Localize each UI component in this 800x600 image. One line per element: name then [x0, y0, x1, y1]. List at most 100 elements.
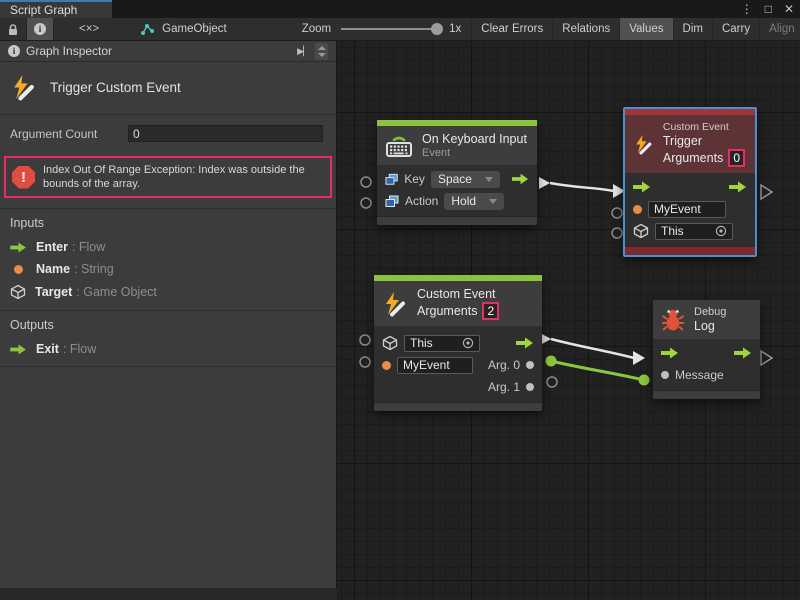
event-name-field[interactable]: MyEvent: [397, 357, 473, 374]
tab-label: Script Graph: [10, 3, 77, 17]
inputs-section-title: Inputs: [0, 209, 336, 236]
unit-title: Trigger Custom Event: [50, 80, 181, 95]
maximize-icon[interactable]: □: [765, 2, 772, 16]
node-title-line2: Arguments: [663, 151, 723, 165]
close-icon[interactable]: ✕: [784, 2, 794, 16]
message-port-icon[interactable]: [661, 371, 669, 379]
dim-button[interactable]: Dim: [674, 18, 713, 40]
spinner-down-icon: [318, 53, 326, 57]
spinner-up-icon: [318, 46, 326, 50]
outputs-section-title: Outputs: [0, 311, 336, 338]
lock-icon: [7, 23, 19, 36]
info-icon: i: [34, 23, 46, 35]
cube-icon[interactable]: [382, 335, 398, 351]
flow-out-icon[interactable]: [516, 337, 534, 349]
window-menu-icon[interactable]: ⋮: [741, 2, 753, 16]
object-picker-icon[interactable]: [715, 225, 727, 237]
custom-event-icon: [10, 74, 37, 101]
values-button[interactable]: Values: [620, 18, 673, 40]
node-category: Debug: [694, 306, 726, 318]
port-arguments-target[interactable]: [360, 335, 370, 345]
divider: [0, 366, 336, 367]
port-keyboard-key[interactable]: [361, 177, 371, 187]
flow-arrow-icon: [10, 344, 27, 355]
unity-visual-scripting-window: Script Graph ⋮ □ ✕ i <×> GameObject Zoom…: [0, 0, 800, 600]
flow-in-icon[interactable]: [633, 181, 651, 193]
flow-row: [653, 343, 760, 363]
node-trigger-custom-event[interactable]: Custom Event Trigger Arguments 0 MyEvent: [623, 107, 757, 257]
clear-errors-button[interactable]: Clear Errors: [471, 18, 553, 40]
port-arg1-out[interactable]: [547, 377, 557, 387]
port-arguments-name[interactable]: [360, 357, 370, 367]
flow-in-icon[interactable]: [661, 347, 679, 359]
dock-panel-icon[interactable]: ▶▏: [297, 46, 309, 57]
event-name-field[interactable]: MyEvent: [648, 201, 726, 218]
node-header: Custom Event Trigger Arguments 0: [625, 115, 755, 173]
panel-spinner[interactable]: [315, 43, 328, 60]
code-icon: <×>: [79, 23, 99, 35]
port-debug-exit[interactable]: [761, 351, 772, 365]
string-port-icon[interactable]: [382, 361, 391, 370]
port-trigger-name[interactable]: [612, 208, 622, 218]
custom-event-icon: [633, 132, 654, 157]
node-custom-event-arguments[interactable]: Custom Event Arguments 2 This: [374, 275, 542, 411]
target-field[interactable]: This: [655, 223, 733, 240]
object-picker-icon[interactable]: [462, 337, 474, 349]
zoom-slider[interactable]: [341, 28, 441, 30]
port-trigger-target[interactable]: [612, 228, 622, 238]
arg1-port-icon[interactable]: [526, 383, 534, 391]
node-on-keyboard-input[interactable]: On Keyboard Input Event Key Space Action…: [377, 120, 537, 225]
port-keyboard-action[interactable]: [361, 198, 371, 208]
argument-count-input[interactable]: [128, 125, 323, 142]
flow-out-icon[interactable]: [729, 181, 747, 193]
relations-button[interactable]: Relations: [553, 18, 620, 40]
arg1-label: Arg. 1: [488, 380, 520, 394]
info-icon: i: [8, 45, 20, 57]
node-title: Log: [694, 319, 726, 333]
node-category: Custom Event: [663, 121, 745, 133]
windows-icon: [385, 195, 399, 208]
arg0-port-icon[interactable]: [526, 361, 534, 369]
arg1-row: Arg. 1: [374, 377, 542, 397]
align-dropdown[interactable]: Align: [760, 18, 800, 40]
carry-button[interactable]: Carry: [713, 18, 760, 40]
error-icon: !: [12, 166, 35, 189]
edit-graph-button[interactable]: <×>: [70, 18, 108, 40]
node-subtitle: Event: [422, 147, 527, 159]
flow-arrow-icon: [10, 242, 27, 253]
argument-count-row: Argument Count: [0, 115, 336, 150]
target-row: This: [625, 221, 755, 241]
lock-button[interactable]: [0, 18, 27, 40]
node-body: This MyEvent Arg. 0 Arg. 1: [374, 326, 542, 402]
node-debug-log[interactable]: Debug Log Message: [653, 300, 760, 399]
zoom-slider-handle[interactable]: [431, 23, 443, 35]
node-body: Key Space Action Hold: [377, 165, 537, 216]
message-label: Message: [675, 368, 724, 382]
graph-canvas[interactable]: On Keyboard Input Event Key Space Action…: [337, 41, 800, 600]
gameobject-button[interactable]: GameObject: [130, 18, 236, 40]
key-dropdown[interactable]: Space: [431, 171, 500, 188]
action-dropdown[interactable]: Hold: [444, 193, 504, 210]
argument-count-label: Argument Count: [10, 127, 120, 141]
flow-out-icon[interactable]: [512, 173, 529, 185]
error-box: ! Index Out Of Range Exception: Index wa…: [4, 156, 332, 198]
tab-script-graph[interactable]: Script Graph: [0, 0, 112, 18]
node-body: MyEvent This: [625, 173, 755, 246]
string-port-icon[interactable]: [633, 205, 642, 214]
dropdown-caret-icon: [489, 199, 497, 204]
inspector-toggle-button[interactable]: i: [27, 18, 54, 40]
port-trigger-exit[interactable]: [761, 185, 772, 199]
panel-bottom-strip: [0, 588, 337, 600]
event-name-row: MyEvent Arg. 0: [374, 355, 542, 375]
input-port-enter: Enter : Flow: [0, 236, 336, 258]
target-field[interactable]: This: [404, 335, 480, 352]
flow-out-icon[interactable]: [734, 347, 752, 359]
cube-icon[interactable]: [633, 223, 649, 239]
node-footer: [377, 216, 537, 225]
argument-count-badge: 2: [482, 302, 499, 320]
bug-icon: [661, 308, 685, 332]
action-row: Action Hold: [377, 191, 537, 211]
wire-keyboard-to-trigger[interactable]: [539, 177, 625, 198]
argument-count-badge: 0: [728, 149, 745, 167]
node-header: Custom Event Arguments 2: [374, 281, 542, 326]
